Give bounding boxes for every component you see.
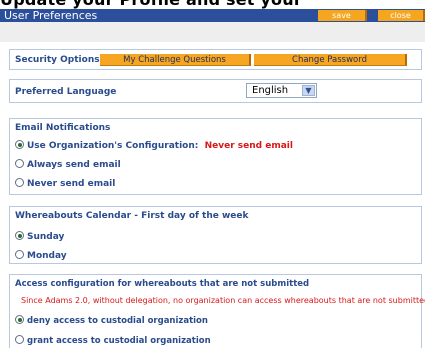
email-option-org-config[interactable]: Use Organization's Configuration: Never … — [15, 140, 293, 151]
language-panel: Preferred Language English ▼ — [9, 79, 422, 103]
close-button[interactable]: close — [378, 10, 425, 21]
window-titlebar: User Preferences save close — [0, 9, 425, 22]
radio-unselected-icon — [15, 159, 24, 168]
toolbar-area — [0, 22, 425, 42]
radio-unselected-icon — [15, 335, 24, 344]
radio-selected-icon — [15, 140, 24, 149]
challenge-questions-button[interactable]: My Challenge Questions — [100, 54, 251, 66]
radio-selected-icon — [15, 231, 24, 240]
page-heading: Update your Profile and set your — [0, 0, 425, 9]
language-label: Preferred Language — [15, 87, 117, 97]
security-label: Security Options — [15, 55, 100, 65]
window-title: User Preferences — [4, 9, 98, 22]
access-option-deny[interactable]: deny access to custodial organization — [15, 315, 208, 326]
access-panel: Access configuration for whereabouts tha… — [9, 274, 425, 348]
email-title: Email Notifications — [15, 123, 111, 133]
chevron-down-icon: ▼ — [302, 85, 315, 96]
change-password-button[interactable]: Change Password — [254, 54, 407, 66]
calendar-option-monday[interactable]: Monday — [15, 250, 67, 261]
access-note: Since Adams 2.0, without delegation, no … — [21, 296, 425, 305]
language-select[interactable]: English ▼ — [246, 83, 317, 98]
language-selected-value: English — [252, 85, 289, 96]
calendar-panel: Whereabouts Calendar - First day of the … — [9, 206, 422, 264]
email-option-always[interactable]: Always send email — [15, 159, 121, 170]
radio-selected-icon — [15, 315, 24, 324]
calendar-option-sunday[interactable]: Sunday — [15, 231, 64, 242]
calendar-title: Whereabouts Calendar - First day of the … — [15, 211, 249, 221]
email-panel: Email Notifications Use Organization's C… — [9, 118, 422, 195]
access-option-grant[interactable]: grant access to custodial organization — [15, 335, 211, 346]
email-option-never[interactable]: Never send email — [15, 178, 115, 189]
access-title: Access configuration for whereabouts tha… — [15, 279, 310, 289]
radio-unselected-icon — [15, 250, 24, 259]
security-panel: Security Options My Challenge Questions … — [9, 49, 422, 70]
radio-unselected-icon — [15, 178, 24, 187]
org-config-value: Never send email — [204, 141, 293, 151]
save-button[interactable]: save — [318, 10, 367, 21]
